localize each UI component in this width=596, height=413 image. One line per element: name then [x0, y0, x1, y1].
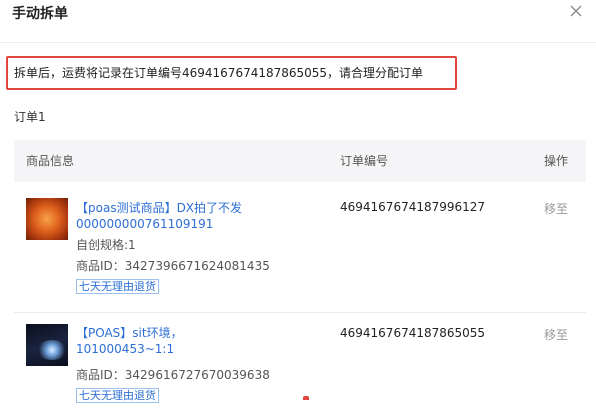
product-thumbnail	[26, 198, 68, 240]
column-product-info: 商品信息	[26, 154, 75, 168]
move-to-button[interactable]: 移至	[544, 200, 568, 217]
return-policy-badge: 七天无理由退货	[76, 279, 159, 294]
split-notice: 拆单后，运费将记录在订单编号4694167674187865055，请合理分配订…	[6, 56, 457, 90]
product-name-link[interactable]: 【poas测试商品】DX拍了不发000000000761109191	[76, 200, 276, 232]
order-number: 4694167674187865055	[340, 326, 486, 340]
product-name-link[interactable]: 【POAS】sit环境，101000453~1:1	[76, 325, 276, 357]
product-spec: 自创规格:1	[76, 238, 136, 252]
table-row: 【POAS】sit环境，101000453~1:1 商品ID：342961672…	[14, 313, 586, 413]
dialog-header: 手动拆单	[0, 0, 596, 43]
close-icon[interactable]	[568, 2, 584, 20]
order-group-label: 订单1	[14, 110, 46, 124]
product-id: 商品ID：3429616727670039638	[76, 368, 270, 382]
product-id: 商品ID：3427396671624081435	[76, 259, 270, 273]
product-thumbnail	[26, 324, 68, 366]
table-header: 商品信息 订单编号 操作	[14, 140, 586, 182]
move-to-button[interactable]: 移至	[544, 326, 568, 343]
return-policy-badge: 七天无理由退货	[76, 388, 159, 403]
order-number: 4694167674187996127	[340, 200, 486, 214]
column-order-number: 订单编号	[340, 154, 389, 168]
table-row: 【poas测试商品】DX拍了不发000000000761109191 自创规格:…	[14, 184, 586, 313]
dialog-title: 手动拆单	[12, 6, 68, 22]
annotation-mark	[303, 396, 309, 400]
column-action: 操作	[544, 154, 569, 168]
